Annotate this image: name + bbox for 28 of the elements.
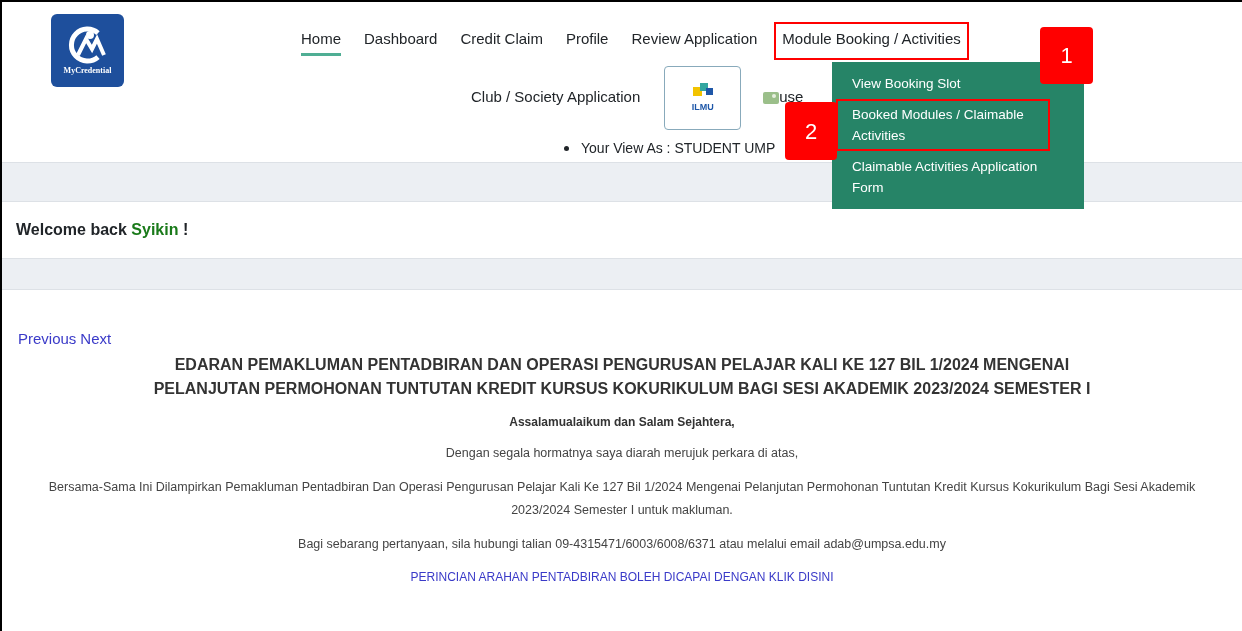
callout-badge: 1	[1040, 27, 1093, 84]
nav-link[interactable]: Module Booking / Activities	[774, 22, 969, 60]
nav-link[interactable]: Dashboard	[364, 28, 438, 60]
paragraph-text: Dengan segala hormatnya saya diarah merujuk perkara di atas,	[444, 444, 800, 462]
nav-link[interactable]: Home	[301, 28, 341, 60]
dropdown-item[interactable]: Claimable Activities Application Form	[836, 151, 1066, 203]
ilmu-text: ILMU	[691, 100, 714, 114]
nav-link[interactable]: Profile	[565, 28, 609, 60]
nav-link[interactable]: Club / Society Application	[471, 86, 641, 109]
nav-link[interactable]: Review Application	[631, 28, 758, 60]
announcement-title: EDARAN PEMAKLUMAN PENTADBIRAN DAN OPERASI PENGURUSAN PELAJAR KALI KE 127 BIL 1/2024 MENGENAI PELANJUTAN PERMOHONAN TUNTUTAN KREDIT KURSUS KOKURIKULUM BAGI SESI AKADEMIK 2023/2024 SEMESTER I	[152, 354, 1092, 399]
ilmu-logo[interactable]: ILMU	[664, 65, 742, 130]
details-link[interactable]: PERINCIAN ARAHAN PENTADBIRAN BOLEH DICAPAI DENGAN KLIK DISINI	[410, 567, 834, 586]
nav-link[interactable]: Credit Claim	[460, 28, 543, 60]
welcome-text: Welcome back Syikin !	[16, 220, 189, 240]
dropdown-item[interactable]: View Booking Slot	[836, 68, 977, 99]
paragraph-text: Bersama-Sama Ini Dilampirkan Pemakluman Pentadbiran Dan Operasi Pengurusan Pelajar Kali Ke 127 Bil 1/2024 Mengenai Pelanjutan Permohonan Tuntutan Kredit Kursus Kokurikulum Bagi Sesi Akademik 2023/2024 Semester I untuk makluman.	[47, 478, 1197, 519]
broken-image-icon	[763, 91, 780, 104]
mycredential-logo[interactable]: MyCredential	[51, 14, 124, 87]
greeting-text: Assalamualaikum dan Salam Sejahtera,	[508, 413, 736, 431]
next-link[interactable]: Next	[80, 328, 112, 351]
view-as-text: Your View As : STUDENT UMP	[581, 138, 776, 158]
callout-badge: 2	[785, 102, 837, 160]
previous-link[interactable]: Previous	[18, 328, 77, 351]
logo-text: MyCredential	[63, 64, 112, 77]
bullet-icon	[564, 145, 569, 151]
paragraph-text: Bagi sebarang pertanyaan, sila hubungi talian 09-4315471/6003/6008/6371 atau melalui email adab@umpsa.edu.my	[297, 535, 947, 553]
dropdown-item[interactable]: Booked Modules / Claimable Activities	[836, 99, 1050, 151]
